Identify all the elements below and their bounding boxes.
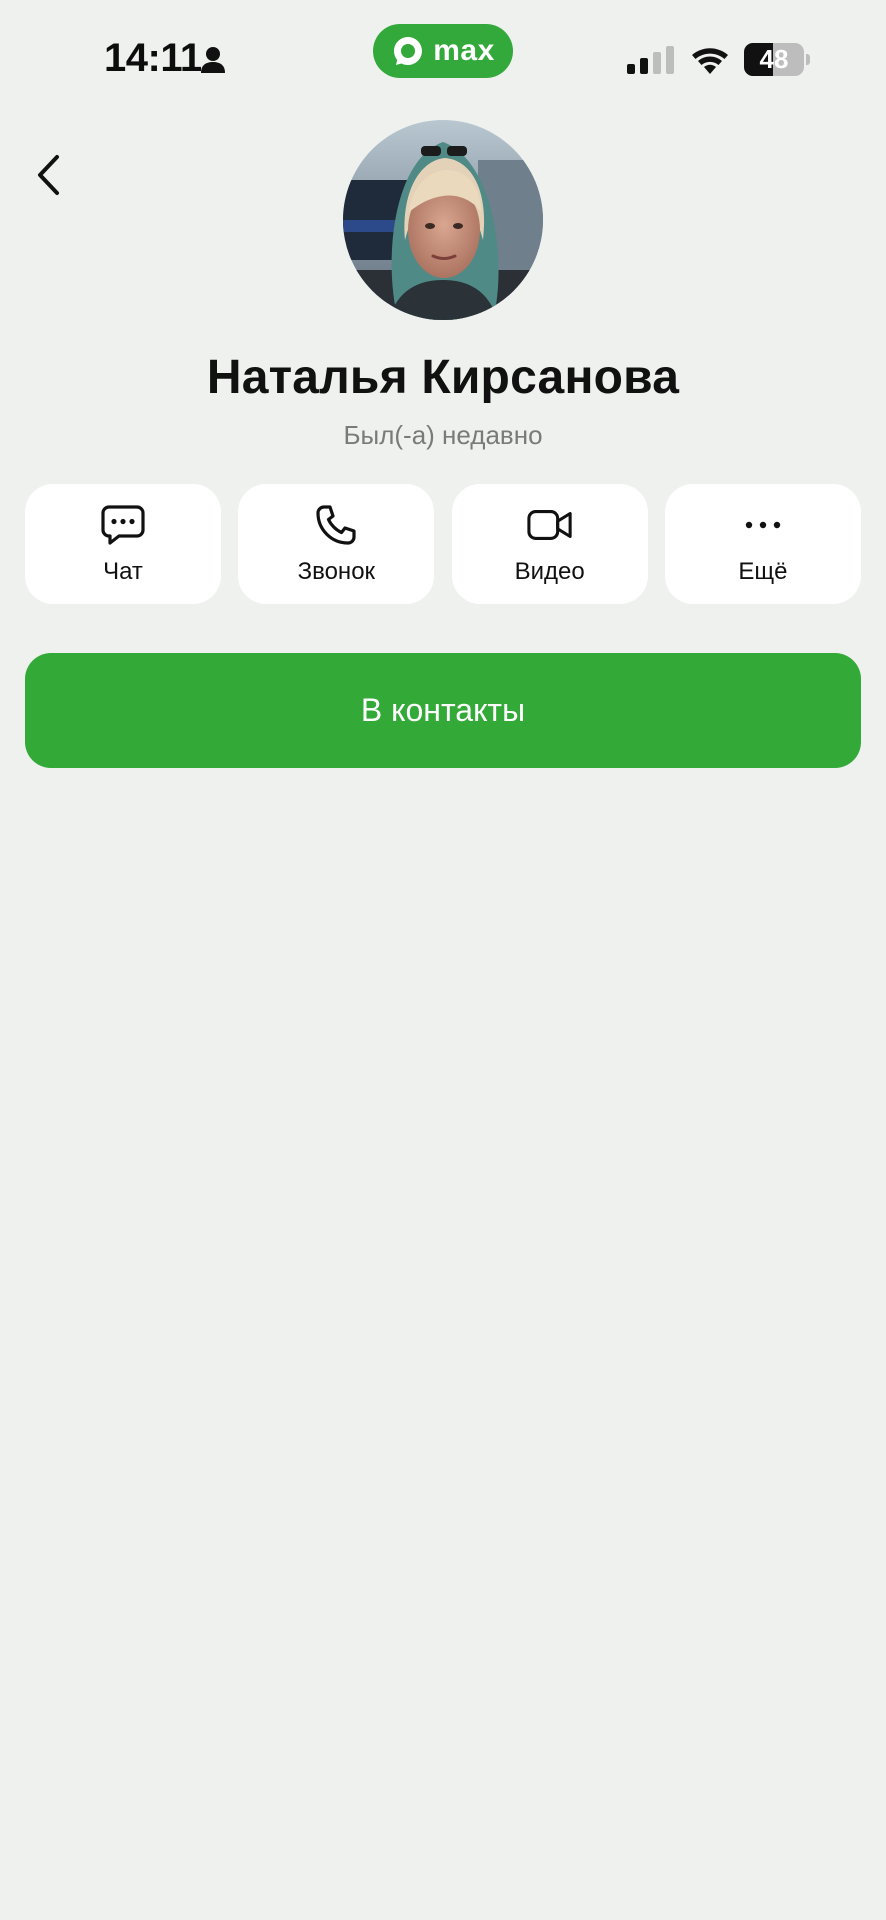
action-row: Чат Звонок Видео Ещё xyxy=(25,484,861,604)
chat-bubble-icon xyxy=(101,505,145,545)
person-icon xyxy=(201,47,225,73)
more-button[interactable]: Ещё xyxy=(664,484,861,604)
add-to-contacts-button[interactable]: В контакты xyxy=(25,653,861,768)
wifi-icon xyxy=(692,48,728,74)
call-button-label: Звонок xyxy=(297,558,376,585)
avatar[interactable] xyxy=(343,120,543,320)
chevron-left-icon xyxy=(38,155,59,195)
more-dots-icon xyxy=(745,521,781,529)
max-logo-icon xyxy=(394,37,423,65)
app-pill-label: max xyxy=(433,34,495,67)
video-button[interactable]: Видео xyxy=(451,484,648,604)
profile-status: Был(-а) недавно xyxy=(343,420,543,450)
more-button-label: Ещё xyxy=(738,558,788,585)
chat-button-label: Чат xyxy=(103,558,143,585)
video-button-label: Видео xyxy=(514,558,585,585)
battery-level: 48 xyxy=(759,44,789,74)
chat-button[interactable]: Чат xyxy=(25,484,221,604)
status-bar: 14:11 max 48 xyxy=(0,0,886,110)
call-button[interactable]: Звонок xyxy=(238,484,435,604)
battery-icon: 48 xyxy=(744,43,810,76)
status-time: 14:11 xyxy=(104,36,202,80)
back-button[interactable] xyxy=(18,145,78,205)
phone-icon xyxy=(316,505,356,545)
profile-name: Наталья Кирсанова xyxy=(206,351,680,404)
video-camera-icon xyxy=(527,510,572,540)
add-to-contacts-label: В контакты xyxy=(360,692,526,728)
signal-icon xyxy=(627,46,674,74)
avatar-photo xyxy=(343,120,543,320)
app-pill[interactable]: max xyxy=(373,24,513,78)
